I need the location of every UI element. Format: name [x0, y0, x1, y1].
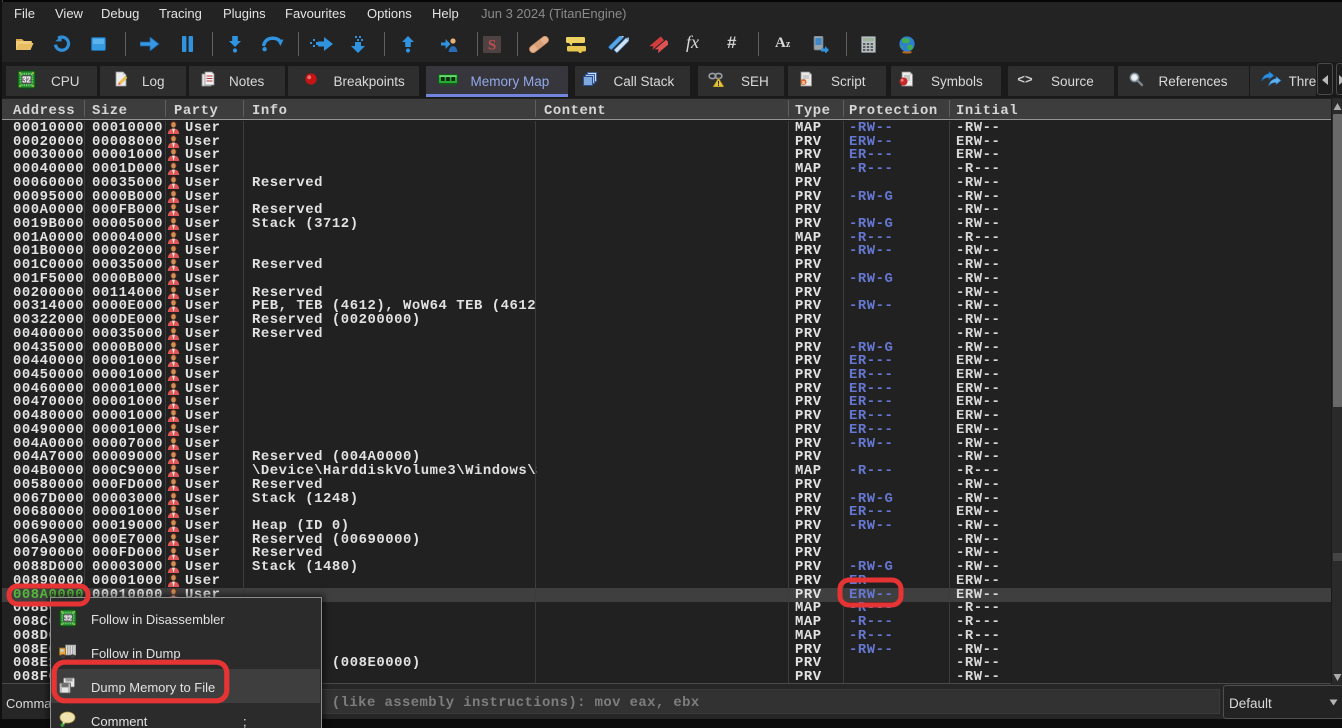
svg-text:32: 32 [64, 614, 72, 623]
svg-text:!: ! [717, 79, 720, 87]
svg-text:S: S [488, 38, 496, 54]
svg-text:s: s [802, 80, 805, 86]
svg-text:32: 32 [22, 75, 31, 84]
svg-text:<>: <> [1017, 72, 1033, 87]
